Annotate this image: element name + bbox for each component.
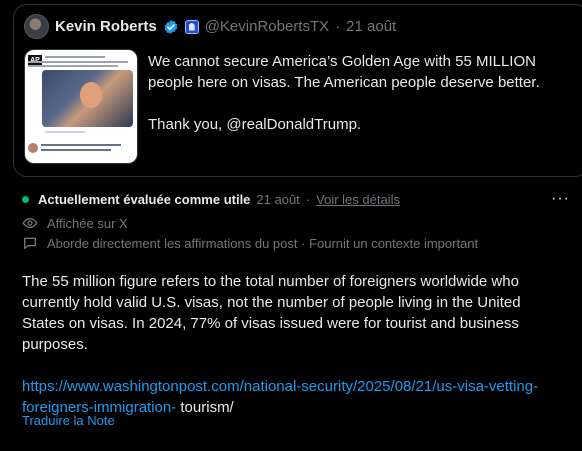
more-options-icon[interactable]: ··· bbox=[551, 190, 570, 208]
comment-icon bbox=[24, 237, 36, 249]
header-separator: · bbox=[335, 18, 341, 35]
quoted-media-thumbnail[interactable]: AP bbox=[24, 49, 138, 164]
post-text-paragraph-1: We cannot secure America’s Golden Age wi… bbox=[148, 53, 540, 91]
helpful-status-icon bbox=[22, 196, 29, 203]
translate-note-link[interactable]: Traduire la Note bbox=[22, 413, 115, 428]
author-name[interactable]: Kevin Roberts bbox=[55, 18, 157, 35]
note-body: The 55 million figure refers to the tota… bbox=[22, 271, 562, 418]
post-text-paragraph-2: Thank you, @realDonaldTrump. bbox=[148, 116, 362, 133]
eye-icon bbox=[22, 217, 38, 229]
source-link[interactable]: https://www.washingtonpost.com/national-… bbox=[22, 378, 538, 416]
note-source: https://www.washingtonpost.com/national-… bbox=[22, 376, 562, 418]
post-header: Kevin Roberts @KevinRobertsTX · 21 août bbox=[24, 14, 396, 39]
shown-on-label: Affichée sur X bbox=[47, 215, 128, 231]
author-avatar[interactable] bbox=[24, 14, 49, 39]
verified-badge-icon bbox=[164, 19, 177, 34]
author-handle[interactable]: @KevinRobertsTX bbox=[205, 18, 329, 35]
post-date[interactable]: 21 août bbox=[346, 18, 396, 35]
quoted-post-card[interactable]: Kevin Roberts @KevinRobertsTX · 21 août … bbox=[13, 4, 582, 177]
see-details-link[interactable]: Voir les détails bbox=[316, 192, 400, 207]
note-body-text: The 55 million figure refers to the tota… bbox=[22, 273, 521, 353]
post-text: We cannot secure America’s Golden Age wi… bbox=[148, 51, 576, 135]
embedded-photo bbox=[42, 70, 133, 127]
note-tags-row: Aborde directement les affirmations du p… bbox=[22, 235, 478, 251]
note-status: Actuellement évaluée comme utile bbox=[38, 192, 251, 207]
government-affiliation-icon bbox=[184, 19, 199, 34]
note-tags: Aborde directement les affirmations du p… bbox=[47, 235, 479, 251]
embedded-avatar bbox=[28, 143, 38, 153]
source-link-tail: tourism/ bbox=[176, 399, 234, 416]
note-date: 21 août bbox=[256, 192, 300, 207]
shown-on-row: Affichée sur X bbox=[22, 215, 128, 231]
community-note-header: Actuellement évaluée comme utile 21 août… bbox=[22, 192, 400, 207]
note-separator: · bbox=[305, 192, 311, 207]
